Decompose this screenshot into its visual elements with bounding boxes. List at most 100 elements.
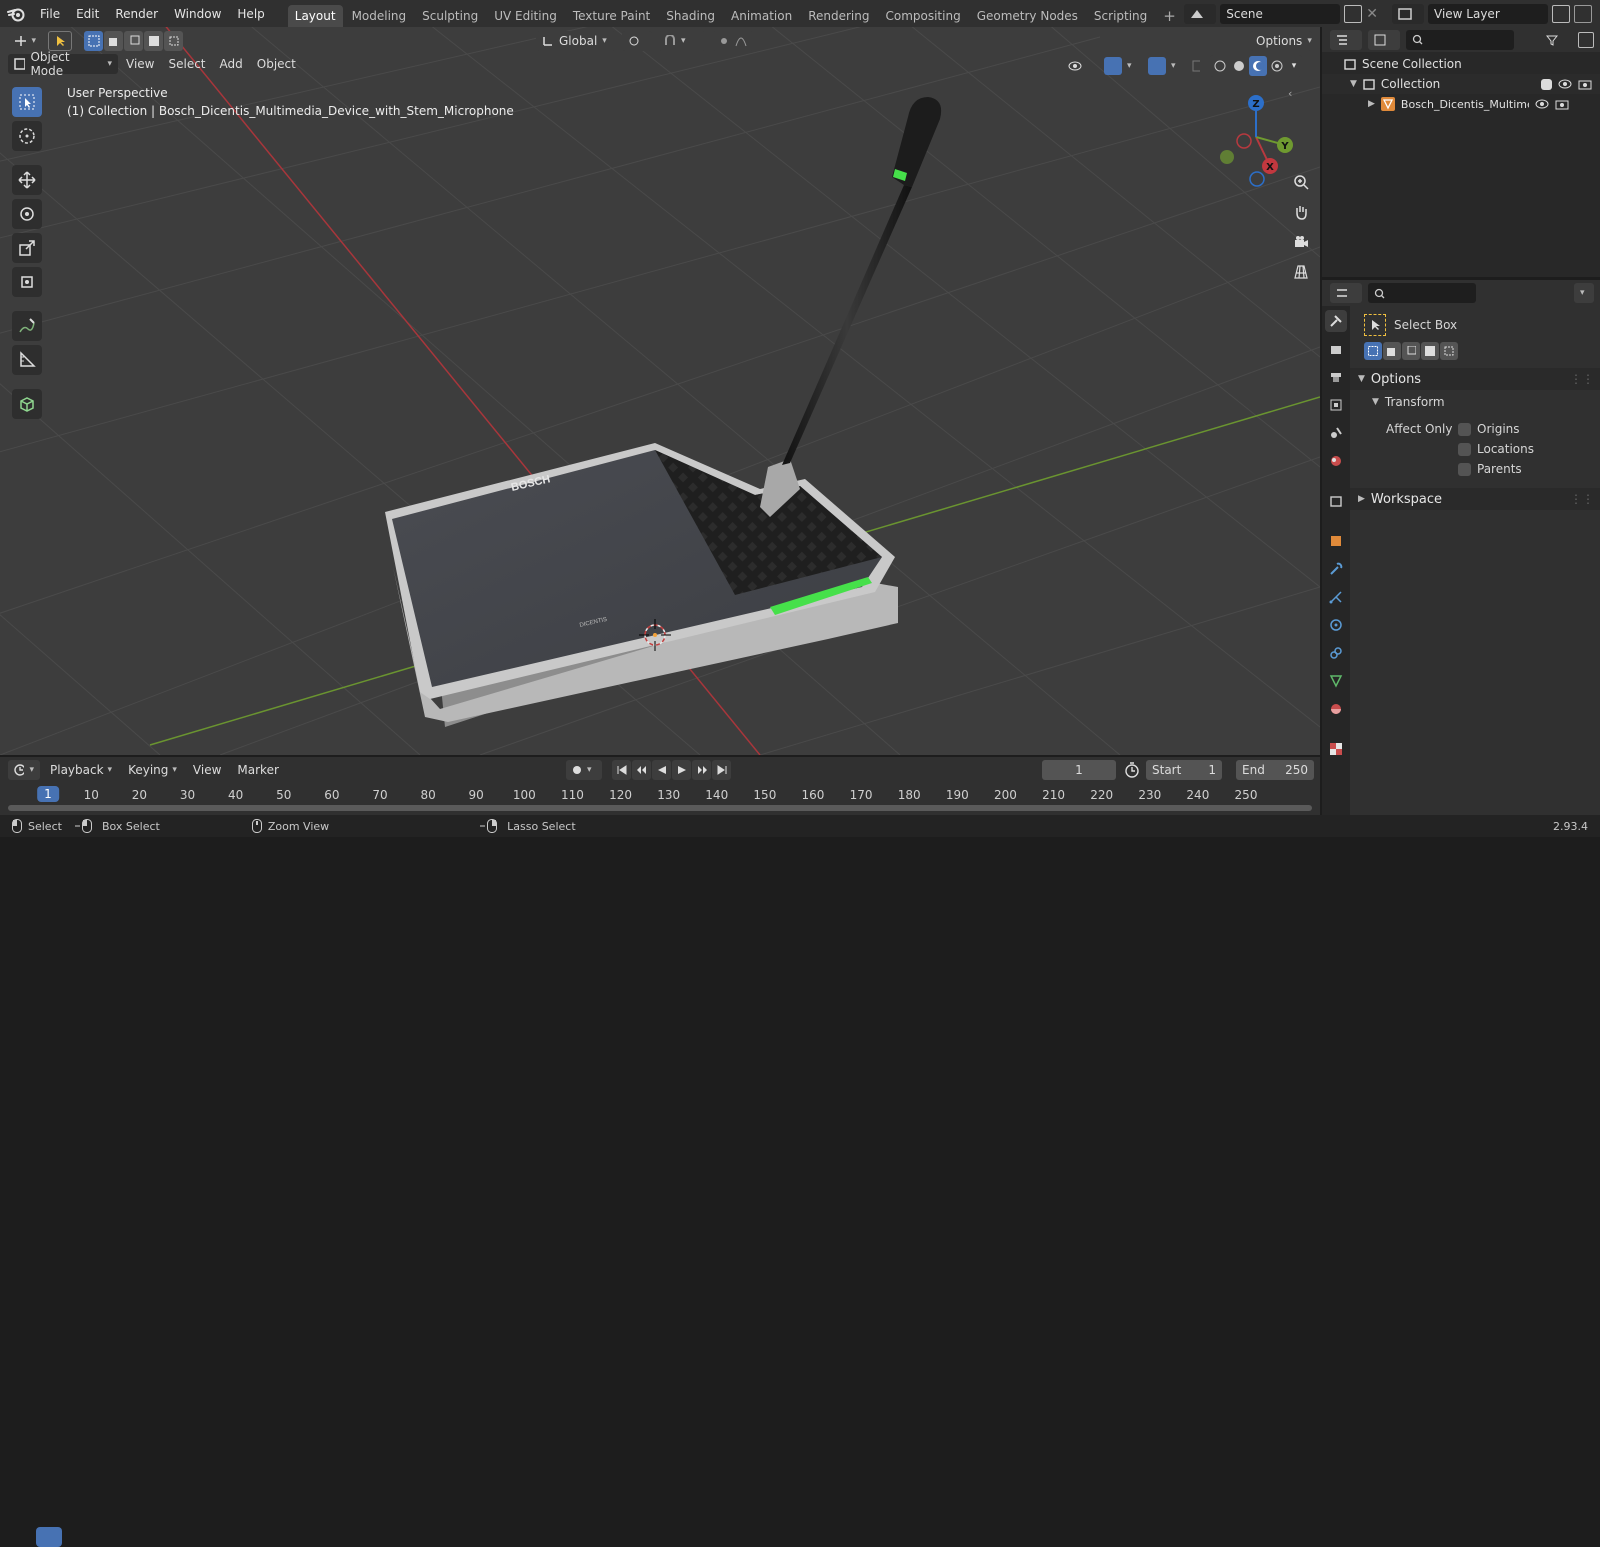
view-layer-tab-icon[interactable] — [1325, 394, 1347, 416]
drag-handle-icon[interactable]: ⋮⋮ — [1570, 492, 1594, 506]
locations-checkbox-box[interactable] — [1458, 442, 1471, 456]
outliner-row-scene-collection[interactable]: Scene Collection — [1322, 54, 1600, 74]
transform-subpanel-header[interactable]: ▼ Transform — [1350, 390, 1600, 414]
current-frame-marker[interactable]: 1 — [37, 786, 59, 802]
select-mode-subtract-icon[interactable] — [124, 31, 143, 51]
view-layer-selector[interactable]: View Layer — [1392, 3, 1592, 24]
object-eye-icon[interactable] — [1535, 99, 1549, 109]
filter-icon[interactable] — [1540, 30, 1572, 50]
3d-viewport[interactable]: BOSCH DICENTIS ▾ Global ▾ ▾ Options ▾ Ob… — [0, 27, 1320, 755]
xray-toggle-icon[interactable] — [1186, 56, 1206, 76]
tab-animation[interactable]: Animation — [724, 5, 799, 27]
timeline-scrollbar[interactable] — [8, 805, 1312, 811]
select-box-tool[interactable] — [12, 87, 42, 117]
menu-file[interactable]: File — [32, 0, 68, 27]
delete-scene-icon[interactable]: ✕ — [1366, 6, 1378, 22]
overlays-toggle-icon[interactable]: ▾ — [1142, 56, 1182, 76]
pivot-point-dropdown[interactable] — [622, 31, 652, 51]
tool-mode-extend-icon[interactable] — [1383, 342, 1401, 360]
view-layer-name-field[interactable]: View Layer — [1428, 3, 1548, 24]
tool-mode-subtract-icon[interactable] — [1402, 342, 1420, 360]
viewport-menu-add[interactable]: Add — [214, 54, 249, 74]
scene-type-icon[interactable] — [1184, 3, 1217, 24]
options-dropdown[interactable]: Options ▾ — [1250, 31, 1312, 51]
pan-hand-icon[interactable] — [1288, 199, 1314, 225]
properties-search-input[interactable] — [1368, 283, 1476, 303]
tool-mode-new-icon[interactable] — [1364, 342, 1382, 360]
collapse-arrow-icon[interactable]: ▼ — [1350, 79, 1357, 89]
rendered-shading-icon[interactable] — [1268, 56, 1286, 76]
viewport-menu-view[interactable]: View — [120, 54, 160, 74]
properties-options-dropdown[interactable]: ▾ — [1574, 283, 1594, 303]
expand-arrow-icon[interactable]: ▶ — [1368, 99, 1375, 109]
view-layer-icon[interactable] — [1392, 3, 1424, 24]
scene-tab-icon[interactable] — [1325, 422, 1347, 444]
menu-render[interactable]: Render — [107, 0, 166, 27]
select-mode-invert-icon[interactable] — [144, 31, 163, 51]
particles-tab-icon[interactable] — [1325, 586, 1347, 608]
visibility-eye-icon[interactable] — [1062, 56, 1094, 76]
world-tab-icon[interactable] — [1325, 450, 1347, 472]
collection-eye-icon[interactable] — [1558, 79, 1572, 89]
move-tool[interactable] — [12, 165, 42, 195]
tool-mode-intersect-icon[interactable] — [1440, 342, 1458, 360]
menu-window[interactable]: Window — [166, 0, 229, 27]
editor-type-button[interactable]: ▾ — [8, 31, 42, 51]
delete-view-layer-icon[interactable] — [1574, 4, 1592, 23]
cursor-tool[interactable] — [12, 121, 42, 151]
viewport-menu-object[interactable]: Object — [251, 54, 302, 74]
select-mode-extend-icon[interactable] — [104, 31, 123, 51]
select-mode-intersect-icon[interactable] — [164, 31, 183, 51]
tab-modeling[interactable]: Modeling — [345, 5, 414, 27]
menu-help[interactable]: Help — [229, 0, 272, 27]
snap-dropdown[interactable]: ▾ — [658, 31, 706, 51]
collection-camera-icon[interactable] — [1578, 78, 1592, 90]
material-shading-icon[interactable] — [1249, 56, 1267, 76]
tab-layout[interactable]: Layout — [287, 5, 343, 27]
output-tab-icon[interactable] — [1325, 366, 1347, 388]
select-mode-new-icon[interactable] — [84, 31, 103, 51]
tab-sculpting[interactable]: Sculpting — [415, 5, 485, 27]
render-tab-icon[interactable] — [1325, 338, 1347, 360]
transform-orientation-dropdown[interactable]: Global ▾ — [536, 31, 616, 51]
collection-tab-icon[interactable] — [1325, 490, 1347, 512]
menu-edit[interactable]: Edit — [68, 0, 107, 27]
tab-uv-editing[interactable]: UV Editing — [487, 5, 564, 27]
measure-tool[interactable] — [12, 345, 42, 375]
outliner-row-object[interactable]: ▶ Bosch_Dicentis_Multimedia_Device_with_… — [1322, 94, 1600, 114]
new-scene-icon[interactable] — [1344, 4, 1363, 23]
scene-name-field[interactable]: Scene — [1220, 3, 1341, 24]
annotate-tool[interactable] — [12, 311, 42, 341]
origins-checkbox[interactable]: Origins — [1458, 422, 1534, 436]
tab-scripting[interactable]: Scripting — [1087, 5, 1154, 27]
modifier-tab-icon[interactable] — [1325, 558, 1347, 580]
drag-handle-icon[interactable]: ⋮⋮ — [1570, 372, 1594, 386]
outliner-search-input[interactable] — [1406, 29, 1514, 50]
viewport-menu-select[interactable]: Select — [162, 54, 211, 74]
rotate-tool[interactable] — [12, 199, 42, 229]
object-mode-dropdown[interactable]: Object Mode ▾ — [8, 50, 118, 78]
solid-shading-icon[interactable] — [1230, 56, 1248, 76]
scale-tool[interactable] — [12, 233, 42, 263]
new-view-layer-icon[interactable] — [1552, 4, 1570, 23]
tab-shading[interactable]: Shading — [659, 5, 722, 27]
add-workspace-button[interactable]: + — [1156, 5, 1183, 27]
sidebar-toggle-icon[interactable]: ‹ — [1288, 87, 1292, 100]
tab-rendering[interactable]: Rendering — [801, 5, 876, 27]
shading-options-dropdown[interactable]: ▾ — [1287, 56, 1301, 76]
physics-tab-icon[interactable] — [1325, 614, 1347, 636]
material-tab-icon[interactable] — [1325, 698, 1347, 720]
ortho-grid-icon[interactable] — [1288, 259, 1314, 285]
constraints-tab-icon[interactable] — [1325, 642, 1347, 664]
gizmo-toggle-icon[interactable]: ▾ — [1098, 56, 1138, 76]
transform-tool[interactable] — [12, 267, 42, 297]
display-mode-icon[interactable] — [1368, 29, 1400, 50]
new-collection-icon[interactable] — [1578, 31, 1594, 48]
select-tool-icon[interactable] — [48, 31, 72, 51]
tab-compositing[interactable]: Compositing — [878, 5, 967, 27]
data-tab-icon[interactable] — [1325, 670, 1347, 692]
camera-view-icon[interactable] — [1288, 229, 1314, 255]
scene-selector[interactable]: Scene ✕ — [1184, 3, 1378, 24]
tab-geometry-nodes[interactable]: Geometry Nodes — [970, 5, 1085, 27]
wireframe-shading-icon[interactable] — [1211, 56, 1229, 76]
